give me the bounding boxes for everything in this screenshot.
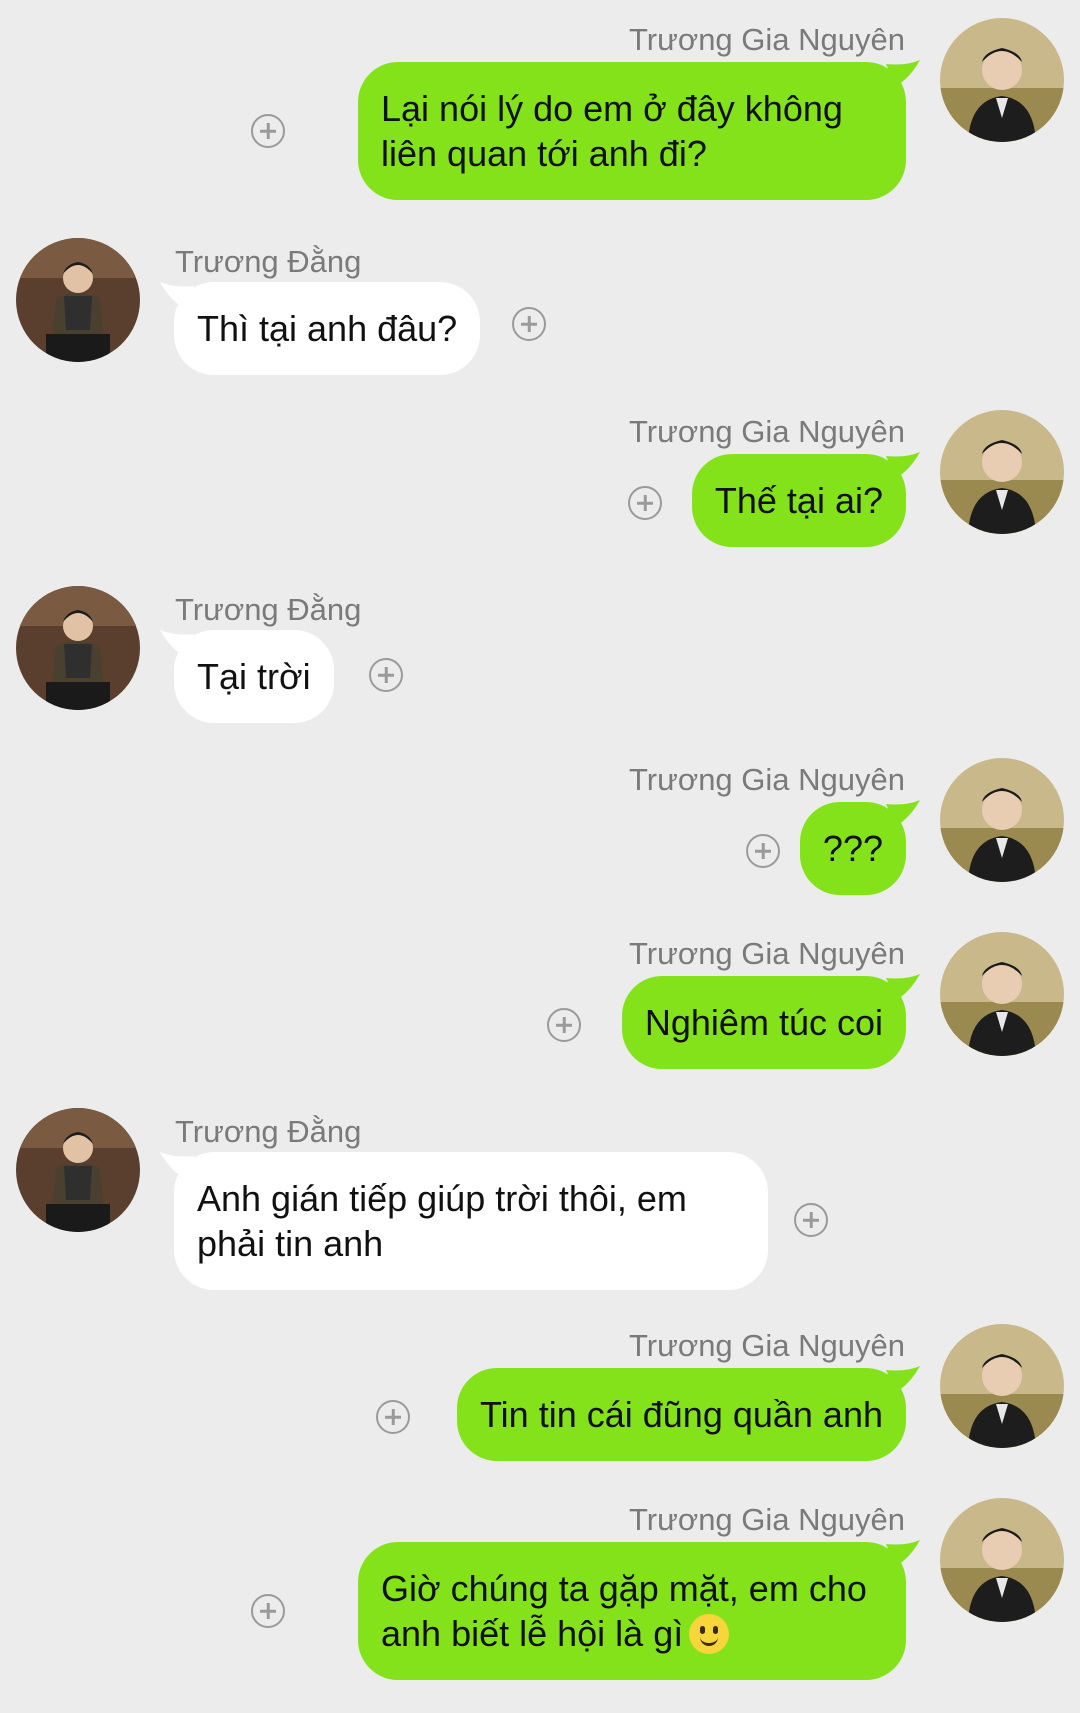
avatar[interactable]	[16, 1108, 140, 1232]
sender-name: Trương Gia Nguyên	[629, 414, 905, 449]
message-row: Trương Đằng Tại trời	[0, 578, 1080, 728]
message-bubble[interactable]: Thế tại ai?	[691, 454, 906, 547]
avatar[interactable]	[940, 18, 1064, 142]
message-row: Trương Gia Nguyên Lại nói lý do em ở đây…	[0, 0, 1080, 200]
avatar[interactable]	[940, 1498, 1064, 1622]
plus-circle-icon[interactable]	[628, 486, 662, 520]
slightly-smiling-face-emoji	[689, 1614, 730, 1654]
message-row: Trương Gia Nguyên Tin tin cái đũng quần …	[0, 1306, 1080, 1466]
sender-name: Trương Gia Nguyên	[629, 1502, 905, 1537]
message-bubble[interactable]: Giờ chúng ta gặp mặt, em cho anh biết lễ…	[358, 1542, 906, 1680]
sender-name: Trương Gia Nguyên	[629, 936, 905, 971]
sender-name: Trương Gia Nguyên	[629, 22, 905, 57]
message-bubble[interactable]: Lại nói lý do em ở đây không liên quan t…	[358, 62, 906, 200]
message-row: Trương Gia Nguyên Nghiêm túc coi	[0, 914, 1080, 1074]
sender-name: Trương Gia Nguyên	[629, 762, 905, 797]
sender-name: Trương Gia Nguyên	[629, 1328, 905, 1363]
plus-circle-icon[interactable]	[547, 1008, 581, 1042]
avatar[interactable]	[940, 1324, 1064, 1448]
message-row: Trương Đằng Thì tại anh đâu?	[0, 230, 1080, 380]
plus-circle-icon[interactable]	[376, 1400, 410, 1434]
message-row: Trương Gia Nguyên Giờ chúng ta gặp mặt, …	[0, 1480, 1080, 1700]
avatar[interactable]	[16, 238, 140, 362]
plus-circle-icon[interactable]	[251, 114, 285, 148]
avatar[interactable]	[940, 758, 1064, 882]
message-bubble[interactable]: ???	[799, 802, 906, 895]
message-row: Trương Gia Nguyên ???	[0, 740, 1080, 900]
message-bubble[interactable]: Tại trời	[174, 630, 334, 723]
sender-name: Trương Đằng	[175, 592, 362, 627]
sender-name: Trương Đằng	[175, 244, 362, 279]
plus-circle-icon[interactable]	[794, 1203, 828, 1237]
message-text: Giờ chúng ta gặp mặt, em cho anh biết lễ…	[381, 1568, 867, 1654]
plus-circle-icon[interactable]	[369, 658, 403, 692]
plus-circle-icon[interactable]	[251, 1594, 285, 1628]
avatar[interactable]	[16, 586, 140, 710]
message-bubble[interactable]: Anh gián tiếp giúp trời thôi, em phải ti…	[174, 1152, 768, 1290]
message-row: Trương Gia Nguyên Thế tại ai?	[0, 392, 1080, 562]
message-bubble[interactable]: Thì tại anh đâu?	[174, 282, 481, 375]
avatar[interactable]	[940, 932, 1064, 1056]
sender-name: Trương Đằng	[175, 1114, 362, 1149]
message-bubble[interactable]: Nghiêm túc coi	[621, 976, 906, 1069]
plus-circle-icon[interactable]	[512, 307, 546, 341]
avatar[interactable]	[940, 410, 1064, 534]
message-row: Trương Đằng Anh gián tiếp giúp trời thôi…	[0, 1100, 1080, 1300]
message-bubble[interactable]: Tin tin cái đũng quần anh	[457, 1368, 906, 1461]
plus-circle-icon[interactable]	[746, 834, 780, 868]
